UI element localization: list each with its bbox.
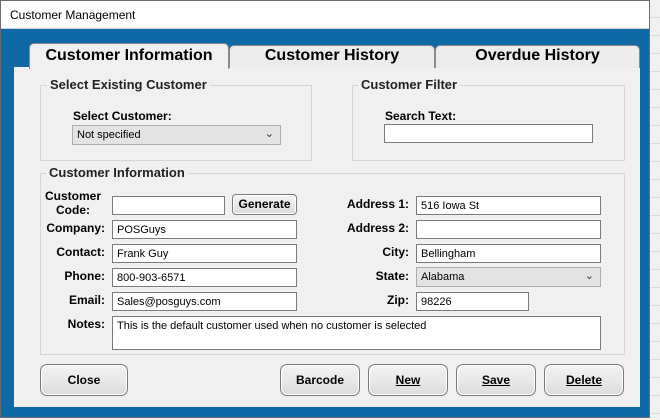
city-label: City: [382,245,409,259]
dropdown-value: Alabama [421,271,465,283]
save-button[interactable]: Save [456,364,536,396]
phone-input[interactable]: 800-903-6571 [112,268,297,287]
zip-input[interactable]: 98226 [416,292,529,311]
customer-code-label: Customer Code: [41,189,105,217]
search-input[interactable] [384,124,593,143]
customer-filter-group [352,85,625,161]
contact-label: Contact: [56,245,105,259]
barcode-button[interactable]: Barcode [280,364,360,396]
chevron-down-icon: ⌄ [264,128,274,140]
select-existing-customer-group [40,85,312,161]
customer-management-window: Customer Management Customer Information… [0,0,650,418]
select-customer-label: Select Customer: [73,109,172,123]
phone-label: Phone: [64,269,105,283]
notes-label: Notes: [67,317,105,331]
state-dropdown[interactable]: Alabama ⌄ [416,267,601,287]
chevron-down-icon: ⌄ [584,270,594,282]
window-title: Customer Management [10,8,136,22]
contact-input[interactable]: Frank Guy [112,244,297,263]
address1-label: Address 1: [346,197,409,211]
state-label: State: [375,269,409,283]
address2-label: Address 2: [346,221,409,235]
new-button[interactable]: New [368,364,448,396]
email-input[interactable]: Sales@posguys.com [112,292,297,311]
company-label: Company: [46,221,105,235]
close-button[interactable]: Close [40,364,128,396]
tab-overdue-history[interactable]: Overdue History [435,45,640,68]
address2-input[interactable] [416,220,601,239]
group-title: Customer Information [46,165,188,180]
tab-customer-information[interactable]: Customer Information [29,43,229,69]
delete-button[interactable]: Delete [544,364,624,396]
group-title: Select Existing Customer [47,77,210,92]
group-title: Customer Filter [358,77,461,92]
city-input[interactable]: Bellingham [416,244,601,263]
address1-input[interactable]: 516 Iowa St [416,196,601,215]
company-input[interactable]: POSGuys [112,220,297,239]
tab-label: Customer History [264,47,400,64]
notes-textarea[interactable]: This is the default customer used when n… [112,316,601,350]
tab-label: Overdue History [475,47,600,64]
dropdown-value: Not specified [77,129,141,141]
label-line: Code: [56,203,90,217]
customer-code-input[interactable] [112,196,225,215]
title-bar[interactable]: Customer Management [1,1,649,29]
tab-label: Customer Information [45,47,213,64]
label-line: Customer [44,189,101,203]
email-label: Email: [68,293,105,307]
search-text-label: Search Text: [385,109,457,123]
tab-customer-history[interactable]: Customer History [229,45,435,68]
select-customer-dropdown[interactable]: Not specified ⌄ [72,125,281,145]
generate-button[interactable]: Generate [232,194,297,215]
zip-label: Zip: [387,293,409,307]
